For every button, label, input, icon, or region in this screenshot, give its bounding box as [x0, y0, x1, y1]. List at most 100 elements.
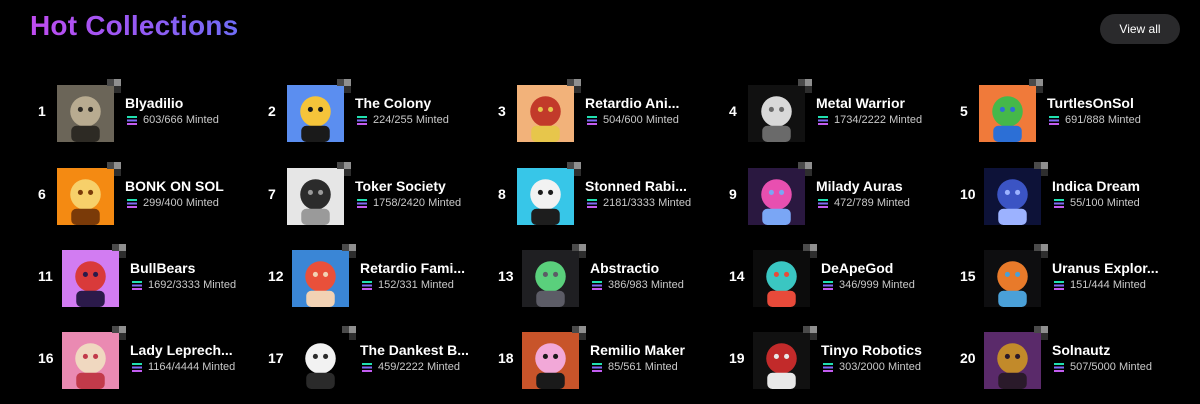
minted-info: 152/331 Minted — [362, 279, 454, 291]
collection-thumbnail[interactable] — [522, 326, 586, 390]
collection-item[interactable]: 19 Tinyo Robotics 303/2000 Minted — [729, 326, 954, 390]
pixel-accent — [349, 333, 356, 340]
minted-count: 1758/2420 — [373, 197, 425, 209]
pixel-accent — [1041, 244, 1048, 251]
collection-item[interactable]: 3 Retardio Ani... 504/600 Minted — [498, 79, 723, 143]
pixel-accent — [114, 169, 121, 176]
collection-thumbnail[interactable] — [748, 162, 812, 226]
pixel-accent — [572, 244, 579, 251]
minted-count: 691/888 — [1065, 114, 1105, 126]
collection-name[interactable]: Indica Dream — [1052, 178, 1140, 194]
collection-item[interactable]: 12 Retardio Fami... 152/331 Minted — [268, 244, 493, 308]
collection-name[interactable]: Lady Leprech... — [130, 342, 233, 358]
solana-icon — [592, 362, 602, 372]
collection-image — [522, 250, 579, 307]
pixel-accent — [579, 251, 586, 258]
collection-name[interactable]: Toker Society — [355, 178, 446, 194]
collection-name[interactable]: Retardio Fami... — [360, 260, 465, 276]
minted-count: 1734/2222 — [834, 114, 886, 126]
collection-item[interactable]: 6 BONK ON SOL 299/400 Minted — [38, 162, 263, 226]
collection-name[interactable]: Milady Auras — [816, 178, 903, 194]
collection-name[interactable]: Solnautz — [1052, 342, 1110, 358]
collection-image — [62, 332, 119, 389]
minted-info: 303/2000 Minted — [823, 361, 921, 373]
minted-label: Minted — [1118, 361, 1152, 373]
pixel-accent — [810, 326, 817, 333]
collection-thumbnail[interactable] — [287, 162, 351, 226]
collection-item[interactable]: 5 TurtlesOnSol 691/888 Minted — [960, 79, 1185, 143]
solana-icon — [823, 280, 833, 290]
collection-name[interactable]: BONK ON SOL — [125, 178, 224, 194]
pixel-accent — [349, 251, 356, 258]
pixel-accent — [119, 244, 126, 251]
pixel-accent — [1041, 169, 1048, 176]
collection-thumbnail[interactable] — [292, 326, 356, 390]
collection-thumbnail[interactable] — [984, 244, 1048, 308]
collection-name[interactable]: Stonned Rabi... — [585, 178, 687, 194]
collection-item[interactable]: 4 Metal Warrior 1734/2222 Minted — [729, 79, 954, 143]
collection-name[interactable]: Remilio Maker — [590, 342, 685, 358]
minted-count: 459/2222 — [378, 361, 424, 373]
collection-item[interactable]: 2 The Colony 224/255 Minted — [268, 79, 493, 143]
collection-name[interactable]: Blyadilio — [125, 95, 183, 111]
collection-name[interactable]: Retardio Ani... — [585, 95, 679, 111]
minted-count: 151/444 — [1070, 279, 1110, 291]
collection-item[interactable]: 10 Indica Dream 55/100 Minted — [960, 162, 1185, 226]
collection-item[interactable]: 7 Toker Society 1758/2420 Minted — [268, 162, 493, 226]
collection-thumbnail[interactable] — [287, 79, 351, 143]
solana-icon — [587, 115, 597, 125]
collection-thumbnail[interactable] — [753, 326, 817, 390]
collection-thumbnail[interactable] — [748, 79, 812, 143]
collection-name[interactable]: The Dankest B... — [360, 342, 469, 358]
minted-label: Minted — [645, 114, 679, 126]
collection-image — [62, 250, 119, 307]
collection-name[interactable]: Abstractio — [590, 260, 659, 276]
minted-label: Minted — [887, 361, 921, 373]
collection-name[interactable]: Uranus Explor... — [1052, 260, 1159, 276]
collection-item[interactable]: 14 DeApeGod 346/999 Minted — [729, 244, 954, 308]
minted-count: 85/561 — [608, 361, 642, 373]
collection-thumbnail[interactable] — [984, 326, 1048, 390]
collection-item[interactable]: 13 Abstractio 386/983 Minted — [498, 244, 723, 308]
minted-info: 224/255 Minted — [357, 114, 449, 126]
collection-name[interactable]: DeApeGod — [821, 260, 893, 276]
pixel-accent — [119, 333, 126, 340]
collection-name[interactable]: Metal Warrior — [816, 95, 905, 111]
collection-item[interactable]: 17 The Dankest B... 459/2222 Minted — [268, 326, 493, 390]
collection-image — [753, 250, 810, 307]
collection-thumbnail[interactable] — [62, 326, 126, 390]
minted-label: Minted — [420, 279, 454, 291]
collection-image — [517, 168, 574, 225]
collection-item[interactable]: 20 Solnautz 507/5000 Minted — [960, 326, 1185, 390]
collection-thumbnail[interactable] — [292, 244, 356, 308]
minted-info: 2181/3333 Minted — [587, 197, 691, 209]
pixel-accent — [114, 79, 121, 86]
collection-thumbnail[interactable] — [517, 162, 581, 226]
collection-item[interactable]: 1 Blyadilio 603/666 Minted — [38, 79, 263, 143]
collection-name[interactable]: The Colony — [355, 95, 431, 111]
collection-item[interactable]: 16 Lady Leprech... 1164/4444 Minted — [38, 326, 263, 390]
collection-thumbnail[interactable] — [57, 162, 121, 226]
collection-thumbnail[interactable] — [62, 244, 126, 308]
collection-name[interactable]: TurtlesOnSol — [1047, 95, 1134, 111]
minted-label: Minted — [881, 279, 915, 291]
collection-thumbnail[interactable] — [753, 244, 817, 308]
collection-item[interactable]: 8 Stonned Rabi... 2181/3333 Minted — [498, 162, 723, 226]
collection-item[interactable]: 15 Uranus Explor... 151/444 Minted — [960, 244, 1185, 308]
minted-info: 151/444 Minted — [1054, 279, 1146, 291]
collection-thumbnail[interactable] — [984, 162, 1048, 226]
minted-count: 55/100 — [1070, 197, 1104, 209]
collection-item[interactable]: 18 Remilio Maker 85/561 Minted — [498, 326, 723, 390]
collection-thumbnail[interactable] — [979, 79, 1043, 143]
minted-info: 1758/2420 Minted — [357, 197, 461, 209]
collection-name[interactable]: Tinyo Robotics — [821, 342, 922, 358]
minted-label: Minted — [428, 197, 462, 209]
collection-thumbnail[interactable] — [57, 79, 121, 143]
collection-name[interactable]: BullBears — [130, 260, 195, 276]
collection-item[interactable]: 9 Milady Auras 472/789 Minted — [729, 162, 954, 226]
collection-thumbnail[interactable] — [522, 244, 586, 308]
collection-thumbnail[interactable] — [517, 79, 581, 143]
pixel-accent — [1034, 326, 1041, 333]
pixel-accent — [1041, 251, 1048, 258]
collection-item[interactable]: 11 BullBears 1692/3333 Minted — [38, 244, 263, 308]
